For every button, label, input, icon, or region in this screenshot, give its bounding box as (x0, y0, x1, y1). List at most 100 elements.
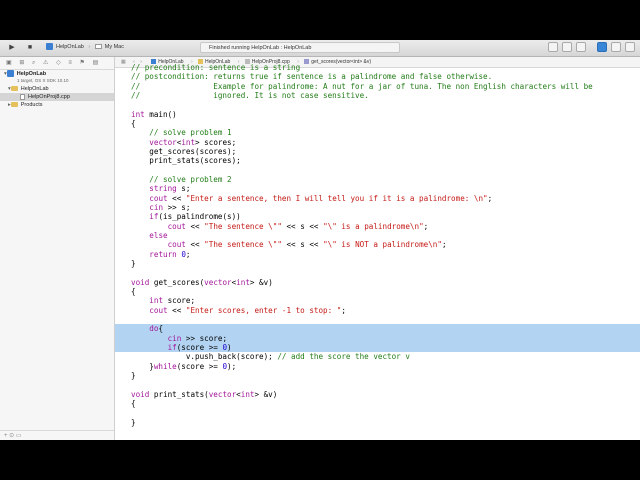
scheme-target: HelpOnLab (56, 44, 84, 50)
utilities-toggle[interactable] (625, 42, 635, 52)
code-line[interactable] (115, 315, 640, 324)
code-token: v.push_back(score); (131, 352, 278, 362)
version-editor-toggle[interactable] (576, 42, 586, 52)
code-token: "The sentence \"" (204, 240, 282, 250)
code-line[interactable]: // Example for palindrome: A nut for a j… (115, 82, 640, 91)
code-token: ; (423, 221, 429, 231)
code-token: cout (167, 240, 186, 250)
code-token: << s << (281, 221, 324, 231)
standard-editor-toggle[interactable] (548, 42, 558, 52)
code-line[interactable]: get_scores(scores); (115, 147, 640, 156)
code-line[interactable]: // solve problem 2 (115, 175, 640, 184)
code-line[interactable]: // precondition: sentence is a string (115, 63, 640, 72)
code-line[interactable]: if(score >= 0) (115, 342, 640, 353)
code-token: get_scores( (149, 277, 205, 287)
navigator-filter-bar[interactable]: + ⊙ ▭ (0, 430, 114, 440)
code-token: int (131, 109, 145, 119)
code-line[interactable] (115, 380, 640, 389)
code-token: int (149, 296, 164, 306)
code-line[interactable]: return 0; (115, 250, 640, 259)
code-line[interactable]: vector<int> scores; (115, 138, 640, 147)
code-token: << (185, 221, 205, 231)
code-token: vector (149, 137, 177, 147)
code-line[interactable]: { (115, 399, 640, 408)
code-token: // precondition: sentence is a string (131, 63, 301, 72)
scheme-selector[interactable]: HelpOnLab › My Mac (46, 42, 124, 53)
code-token: // postcondition: returns true if senten… (131, 72, 493, 82)
scheme-device: My Mac (104, 44, 124, 50)
code-token: int (236, 277, 250, 287)
code-token: } (131, 258, 136, 268)
navigator-tabs[interactable]: ▣ ⊞ ⌕ ⚠ ◇ ≡ ⚑ ▤ (0, 57, 114, 70)
code-token: // add the score the vector v (277, 352, 410, 362)
code-token: << (185, 240, 205, 250)
source-editor[interactable]: // precondition: sentence is a string// … (115, 63, 640, 440)
assistant-editor-toggle[interactable] (562, 42, 572, 52)
code-line[interactable]: void print_stats(vector<int> &v) (115, 390, 640, 399)
project-subtitle: 1 target, OS X SDK 10.10 (17, 78, 69, 83)
filter-icons: + ⊙ ▭ (4, 433, 22, 439)
code-token: { (131, 398, 136, 408)
nav-products-row[interactable]: ▸ Products (0, 101, 114, 109)
code-token: main() (144, 109, 177, 119)
code-line[interactable] (115, 100, 640, 109)
code-line[interactable]: { (115, 287, 640, 296)
nav-project-row[interactable]: ▾ HelpOnLab 1 target, OS X SDK 10.10 (0, 70, 114, 83)
code-line[interactable]: } (115, 371, 640, 380)
code-token: cout (167, 221, 186, 231)
code-line[interactable]: do{ (115, 324, 640, 334)
code-token: string (149, 184, 177, 194)
nav-group-row[interactable]: ▾ HelpOnLab (0, 85, 114, 93)
code-token: "Enter scores, enter -1 to stop: " (185, 305, 342, 315)
code-line[interactable]: cout << "The sentence \"" << s << "\" is… (115, 222, 640, 231)
code-line[interactable]: }while(score >= 0); (115, 362, 640, 371)
code-token: else (149, 230, 168, 240)
code-line[interactable]: cout << "Enter a sentence, then I will t… (115, 194, 640, 203)
code-token: << (167, 305, 186, 315)
code-line[interactable]: else (115, 231, 640, 240)
code-token: << s << (281, 240, 324, 250)
code-line[interactable]: void get_scores(vector<int> &v) (115, 278, 640, 287)
code-token: vector (208, 389, 237, 399)
code-line[interactable]: v.push_back(score); // add the score the… (115, 352, 640, 361)
code-token: print_stats(scores); (131, 156, 241, 166)
navigator-toggle[interactable] (597, 42, 607, 52)
nav-file-row[interactable]: HelpOnProj8.cpp (0, 93, 114, 101)
code-line[interactable]: string s; (115, 184, 640, 193)
code-line[interactable]: cin >> score; (115, 333, 640, 343)
code-line[interactable]: print_stats(scores); (115, 156, 640, 165)
code-line[interactable]: } (115, 259, 640, 268)
code-line[interactable]: } (115, 418, 640, 427)
code-line[interactable]: // postcondition: returns true if senten… (115, 72, 640, 81)
code-line[interactable]: if(is_palindrome(s)) (115, 212, 640, 221)
code-line[interactable] (115, 408, 640, 417)
code-line[interactable]: cout << "Enter scores, enter -1 to stop:… (115, 306, 640, 315)
project-icon (6, 70, 14, 78)
code-token: // Example for palindrome: A nut for a j… (131, 81, 593, 91)
stop-button[interactable]: ■ (24, 42, 36, 53)
group-name: HelpOnLab (20, 86, 49, 92)
code-line[interactable]: int main() (115, 110, 640, 119)
code-line[interactable]: cin >> s; (115, 203, 640, 212)
run-button[interactable]: ▶ (6, 42, 18, 53)
code-token: cin (167, 333, 182, 343)
debug-area-toggle[interactable] (611, 42, 621, 52)
code-line[interactable]: // ignored. It is not case sensitive. (115, 91, 640, 100)
code-token: cout (149, 193, 168, 203)
cpp-file-icon (20, 93, 25, 100)
code-line[interactable] (115, 166, 640, 175)
code-line[interactable]: { (115, 119, 640, 128)
code-line[interactable]: // solve problem 1 (115, 128, 640, 137)
code-token: } (131, 417, 136, 427)
code-line[interactable] (115, 268, 640, 277)
code-line[interactable]: cout << "The sentence \"" << s << "\" is… (115, 240, 640, 249)
code-token: void (131, 389, 150, 399)
code-line[interactable]: int score; (115, 296, 640, 305)
code-token: int (181, 137, 196, 147)
